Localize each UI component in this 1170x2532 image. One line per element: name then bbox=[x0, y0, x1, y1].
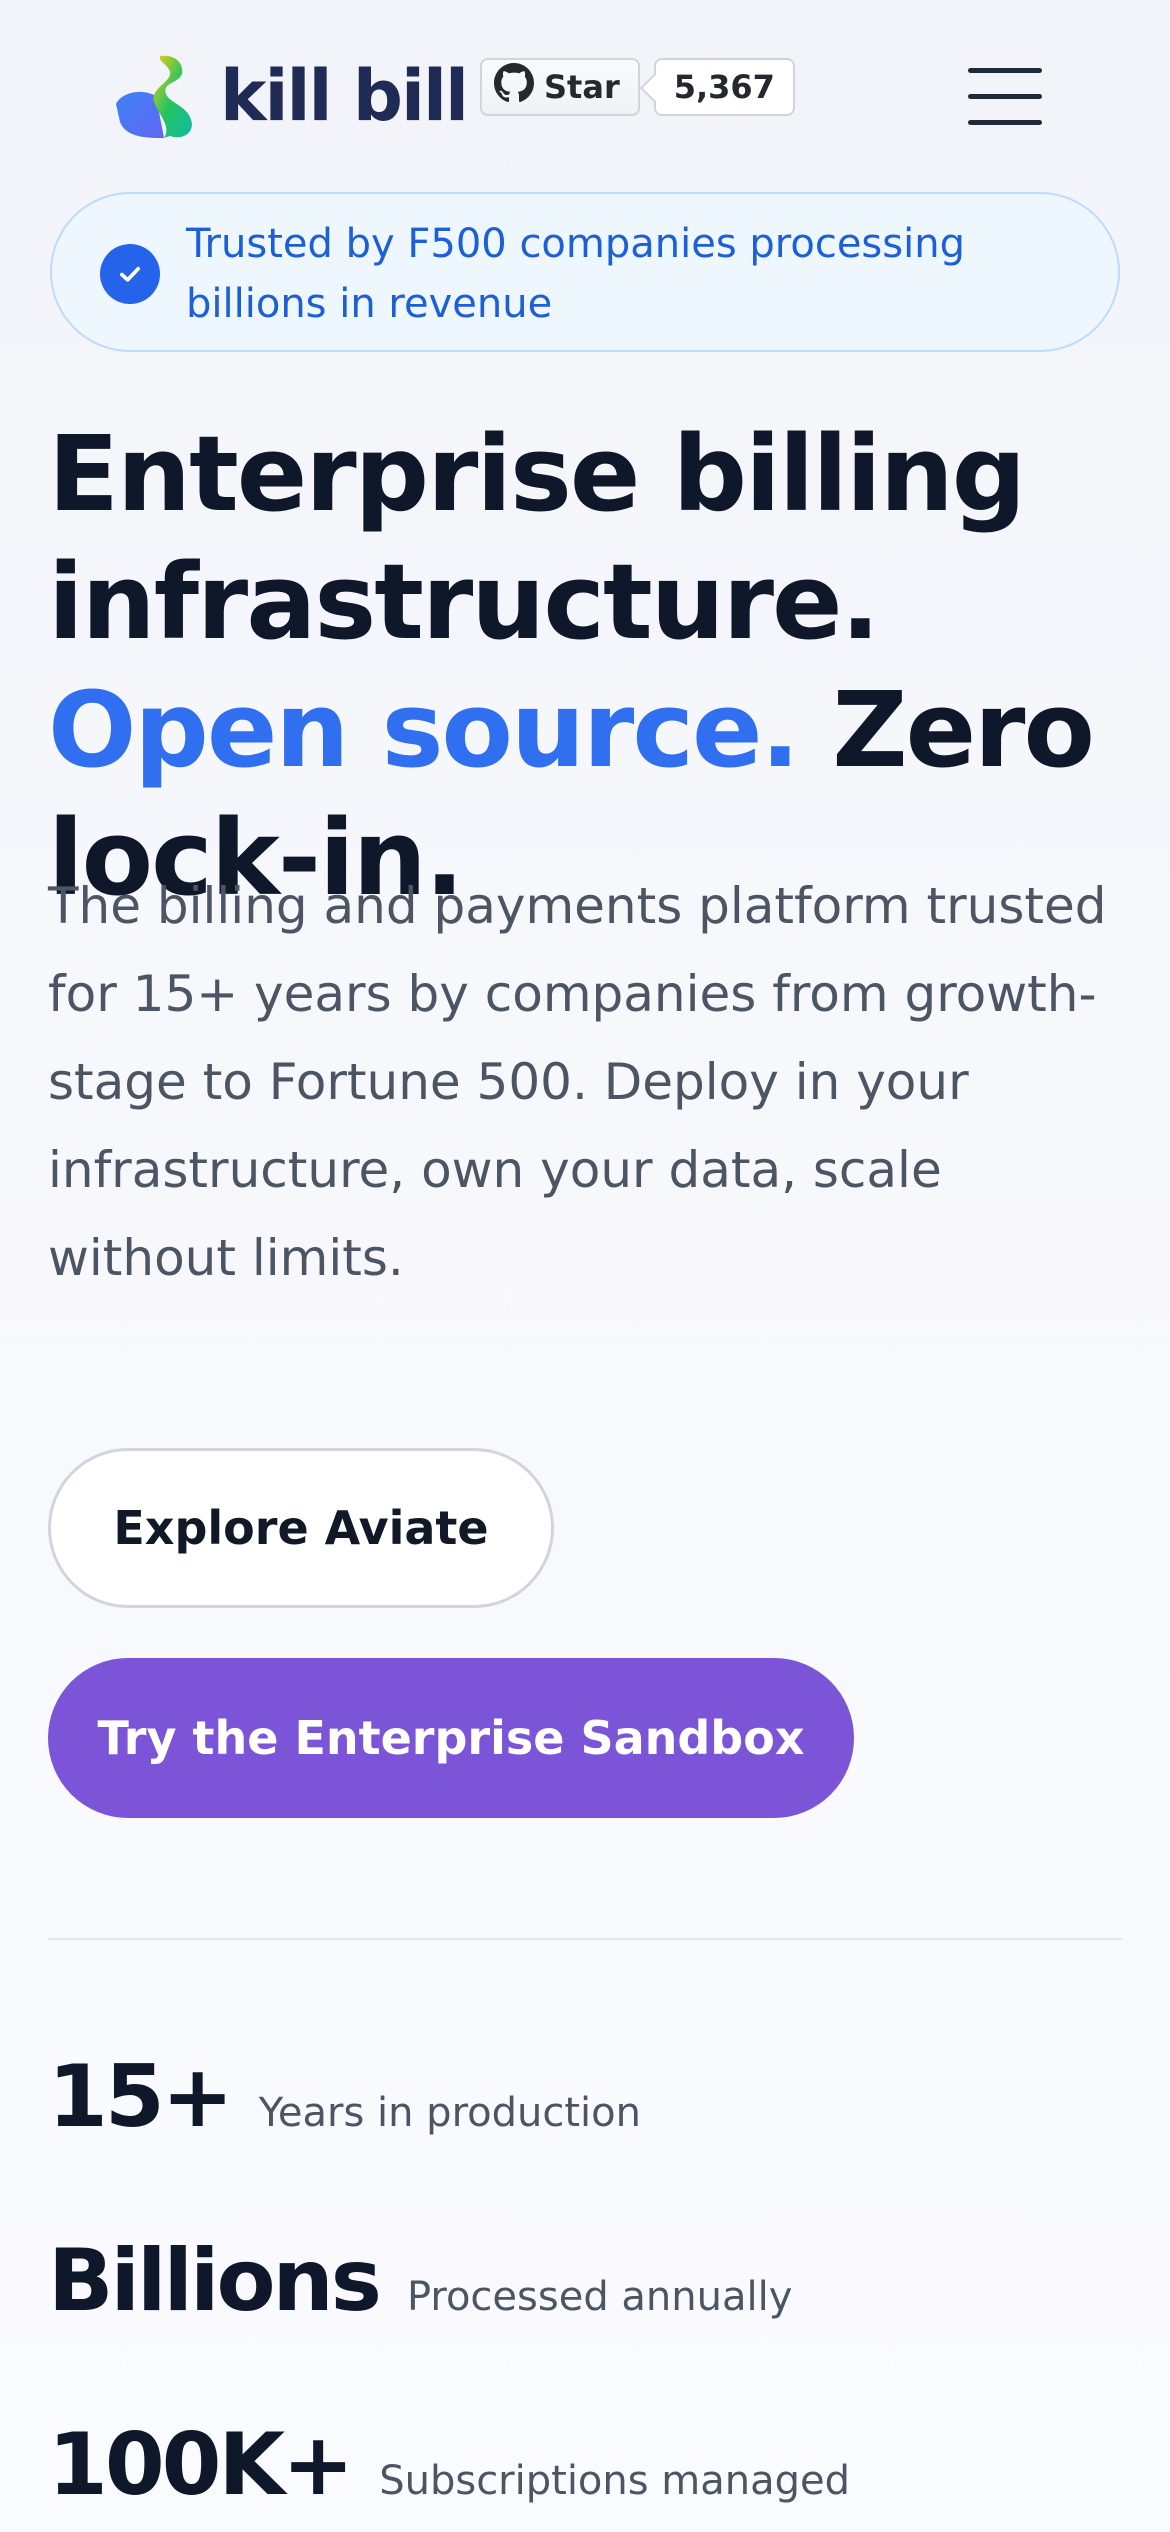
stat-label: Years in production bbox=[258, 2090, 641, 2136]
github-star-count[interactable]: 5,367 bbox=[653, 58, 795, 116]
stat-label: Subscriptions managed bbox=[379, 2458, 851, 2504]
stat-processed: Billions Processed annually bbox=[48, 2238, 792, 2324]
hero-headline: Enterprise billing infrastructure. Open … bbox=[48, 410, 1138, 922]
headline-part-1: Enterprise billing infrastructure. bbox=[48, 413, 1026, 663]
stat-years: 15+ Years in production bbox=[48, 2054, 641, 2140]
stat-value: 15+ bbox=[48, 2047, 234, 2147]
site-header: kill bill Star 5,367 bbox=[0, 0, 1170, 190]
stat-value: 100K+ bbox=[48, 2415, 354, 2515]
explore-aviate-button[interactable]: Explore Aviate bbox=[48, 1448, 554, 1608]
enterprise-sandbox-button[interactable]: Try the Enterprise Sandbox bbox=[48, 1658, 854, 1818]
trust-badge-text: Trusted by F500 companies processing bil… bbox=[186, 221, 965, 327]
brand-logo[interactable]: kill bill bbox=[112, 52, 469, 140]
hero-description: The billing and payments platform truste… bbox=[48, 877, 1107, 1287]
hamburger-menu-icon[interactable] bbox=[968, 64, 1046, 126]
github-star-label: Star bbox=[544, 68, 620, 106]
stat-value: Billions bbox=[48, 2231, 382, 2331]
stat-label: Processed annually bbox=[406, 2274, 793, 2320]
github-star-button[interactable]: Star bbox=[480, 58, 640, 116]
github-icon bbox=[494, 63, 534, 111]
check-circle-icon bbox=[100, 244, 160, 304]
kill-bill-logo-icon bbox=[112, 52, 200, 140]
page: kill bill Star 5,367 Trusted by F500 com… bbox=[0, 0, 1170, 2532]
stat-subscriptions: 100K+ Subscriptions managed bbox=[48, 2422, 850, 2508]
github-star-widget: Star 5,367 bbox=[480, 58, 795, 116]
headline-accent: Open source. bbox=[48, 669, 800, 791]
divider bbox=[48, 1938, 1122, 1940]
brand-name: kill bill bbox=[220, 55, 469, 137]
trust-badge: Trusted by F500 companies processing bil… bbox=[50, 192, 1120, 352]
